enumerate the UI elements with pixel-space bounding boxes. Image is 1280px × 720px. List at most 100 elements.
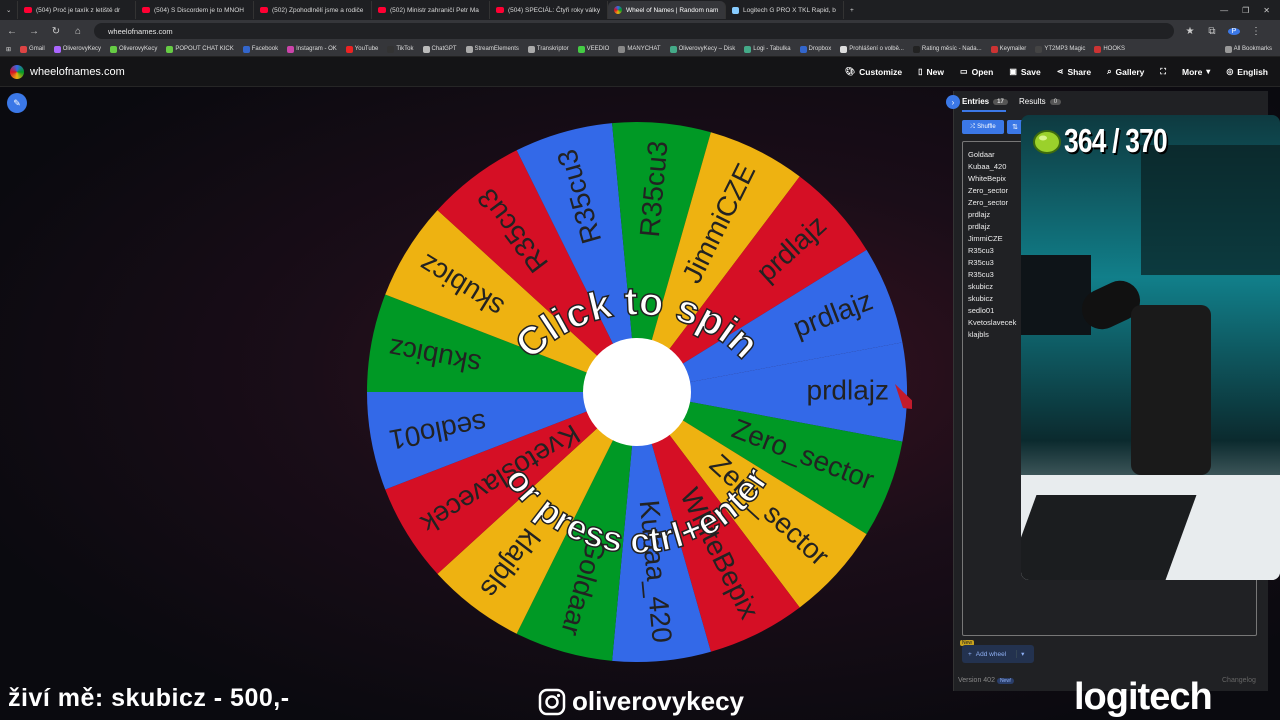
fullscreen-icon: ⛶ xyxy=(1160,66,1166,76)
youtube-icon xyxy=(496,7,504,13)
minimize-icon[interactable]: — xyxy=(1220,6,1228,15)
all-bookmarks-button[interactable]: All Bookmarks xyxy=(1224,45,1272,53)
bookmark-item[interactable]: YT2MP3 Magic xyxy=(1035,45,1085,53)
wheel-segment-label: prdlajz xyxy=(807,374,889,405)
version-label: Version 402 New! xyxy=(958,677,1015,684)
bookmark-item[interactable]: Transkriptor xyxy=(527,45,569,53)
bookmark-item[interactable]: OliverovyKecy – Disk xyxy=(669,45,735,53)
home-icon[interactable]: ⌂ xyxy=(72,26,84,37)
browser-tab-active[interactable]: Wheel of Names | Random nam xyxy=(608,1,726,19)
extensions-icon[interactable]: ⧉ xyxy=(1206,26,1218,37)
forward-icon[interactable]: → xyxy=(28,26,40,37)
site-logo[interactable]: wheelofnames.com xyxy=(10,64,125,79)
tab-entries[interactable]: Entries 17 xyxy=(962,97,1008,106)
bookmark-item[interactable]: Gmail xyxy=(20,45,45,53)
changelog-link[interactable]: Changelog xyxy=(1222,677,1256,684)
browser-tab[interactable]: (504) SPECIÁL: Čtyři roky války xyxy=(490,1,608,19)
chevron-down-icon[interactable]: ▾ xyxy=(1016,650,1024,658)
browser-tab[interactable]: (502) Zpohodlnělí jsme a rodiče xyxy=(254,1,372,19)
webcam-keyboard xyxy=(1021,495,1197,580)
gallery-button[interactable]: ⌕ Gallery xyxy=(1107,67,1144,77)
chevron-down-icon: ▾ xyxy=(1206,67,1211,76)
youtube-icon xyxy=(142,7,150,13)
apps-icon[interactable]: ⊞ xyxy=(6,46,11,53)
globe-icon: ◎ xyxy=(1226,67,1234,76)
bookmark-item[interactable]: Keymailer xyxy=(990,45,1026,53)
entries-count-badge: 17 xyxy=(993,98,1008,105)
bookmark-item[interactable]: OliverovyKecy xyxy=(53,45,101,53)
edit-button[interactable]: ✎ xyxy=(7,93,27,113)
share-icon: ⋖ xyxy=(1056,67,1064,76)
back-icon[interactable]: ← xyxy=(6,26,18,37)
customize-button[interactable]: 🎨︎ Customize xyxy=(845,67,902,77)
open-button[interactable]: ▭ Open xyxy=(960,67,993,77)
collapse-panel-button[interactable]: › xyxy=(946,95,960,109)
browser-tab-bar: ⌄ (504) Proč je taxík z letiště dr (504)… xyxy=(0,0,1280,20)
chevron-right-icon: › xyxy=(951,97,955,107)
webcam-monitor xyxy=(1021,255,1091,335)
webcam-chair xyxy=(1131,305,1211,475)
bookmark-item[interactable]: VEEDIO xyxy=(577,45,609,53)
kebab-menu-icon[interactable]: ⋮ xyxy=(1250,26,1262,37)
wheel-center-hub xyxy=(583,338,691,446)
wheel-favicon-icon xyxy=(614,6,622,14)
bookmark-item[interactable]: TikTok xyxy=(387,45,414,53)
logitech-logo: logitech xyxy=(1074,676,1213,718)
browser-tab[interactable]: (504) Proč je taxík z letiště dr xyxy=(18,1,136,19)
profile-icon[interactable]: P xyxy=(1228,27,1240,35)
browser-tab[interactable]: Logitech G PRO X TKL Rapid, b xyxy=(726,1,844,19)
share-button[interactable]: ⋖ Share xyxy=(1057,67,1091,77)
new-tab-button[interactable]: + xyxy=(844,1,864,19)
tab-results[interactable]: Results 0 xyxy=(1019,97,1062,106)
add-wheel-button[interactable]: + Add wheel ▾ xyxy=(962,645,1034,663)
shuffle-icon: ⤮ xyxy=(970,123,976,130)
bookmark-item[interactable]: HOOKS xyxy=(1094,45,1125,53)
youtube-icon xyxy=(260,7,268,13)
address-bar-row: ← → ↻ ⌂ wheelofnames.com ★ ⧉ P ⋮ xyxy=(0,20,1280,42)
top-menu: 🎨︎ Customize ▯ New ▭ Open ▣ Save ⋖ Share ⌕ Gal… xyxy=(845,67,1268,77)
version-new-badge: New! xyxy=(996,678,1015,684)
page-favicon-icon xyxy=(732,6,739,14)
lime-points-icon xyxy=(1033,130,1061,154)
browser-tab[interactable]: (502) Ministr zahraničí Petr Ma xyxy=(372,1,490,19)
new-file-icon: ▯ xyxy=(918,67,923,76)
save-button[interactable]: ▣ Save xyxy=(1009,67,1040,77)
bookmark-item[interactable]: Prohlášení o volbě... xyxy=(840,45,904,53)
instagram-icon xyxy=(538,688,566,715)
shuffle-button[interactable]: ⤮ Shuffle xyxy=(962,120,1004,134)
bookmark-item[interactable]: Rating měsíc - Nada... xyxy=(912,45,982,53)
more-menu-button[interactable]: More ▾ xyxy=(1182,67,1210,77)
active-tab-indicator xyxy=(962,110,1006,112)
bookmark-item[interactable]: Dropbox xyxy=(799,45,831,53)
instagram-handle: oliverovykecy xyxy=(538,686,744,717)
bookmark-item[interactable]: YouTube xyxy=(345,45,378,53)
browser-tab[interactable]: (504) S Discordem je to MNOH xyxy=(136,1,254,19)
results-count-badge: 0 xyxy=(1049,98,1062,105)
maximize-icon[interactable]: ❐ xyxy=(1242,6,1249,15)
bookmark-item[interactable]: StreamElements xyxy=(465,45,519,53)
bookmark-item[interactable]: POPOUT CHAT KICK xyxy=(166,45,234,53)
bookmark-item[interactable]: Facebook xyxy=(242,45,278,53)
fullscreen-button[interactable]: ⛶ xyxy=(1160,67,1166,77)
close-icon[interactable]: ✕ xyxy=(1263,6,1270,15)
star-icon[interactable]: ★ xyxy=(1184,26,1196,37)
search-icon: ⌕ xyxy=(1107,66,1112,76)
site-header: wheelofnames.com 🎨︎ Customize ▯ New ▭ Open … xyxy=(0,57,1280,87)
window-controls: — ❐ ✕ xyxy=(1220,6,1280,15)
new-button[interactable]: ▯ New xyxy=(918,67,944,77)
youtube-icon xyxy=(24,7,32,13)
language-button[interactable]: ◎ English xyxy=(1226,67,1268,77)
tab-search-button[interactable]: ⌄ xyxy=(0,1,18,19)
bookmark-item[interactable]: Instagram - OK xyxy=(287,45,337,53)
url-input[interactable]: wheelofnames.com xyxy=(94,23,1174,39)
bookmark-item[interactable]: OliverovyKecy xyxy=(110,45,157,53)
palette-icon: 🎨︎ xyxy=(844,67,856,76)
plus-icon: + xyxy=(850,6,854,14)
reload-icon[interactable]: ↻ xyxy=(50,26,62,37)
wheel-spinner[interactable]: prdlajzZero_sectorZero_sectorWhiteBepixK… xyxy=(362,117,912,667)
bookmark-item[interactable]: ChatGPT xyxy=(422,45,457,53)
sort-icon: ⇅ xyxy=(1012,124,1018,131)
bookmark-item[interactable]: MANYCHAT xyxy=(618,45,661,53)
webcam-overlay xyxy=(1021,115,1280,580)
bookmark-item[interactable]: Logi - Tabulka xyxy=(744,45,791,53)
